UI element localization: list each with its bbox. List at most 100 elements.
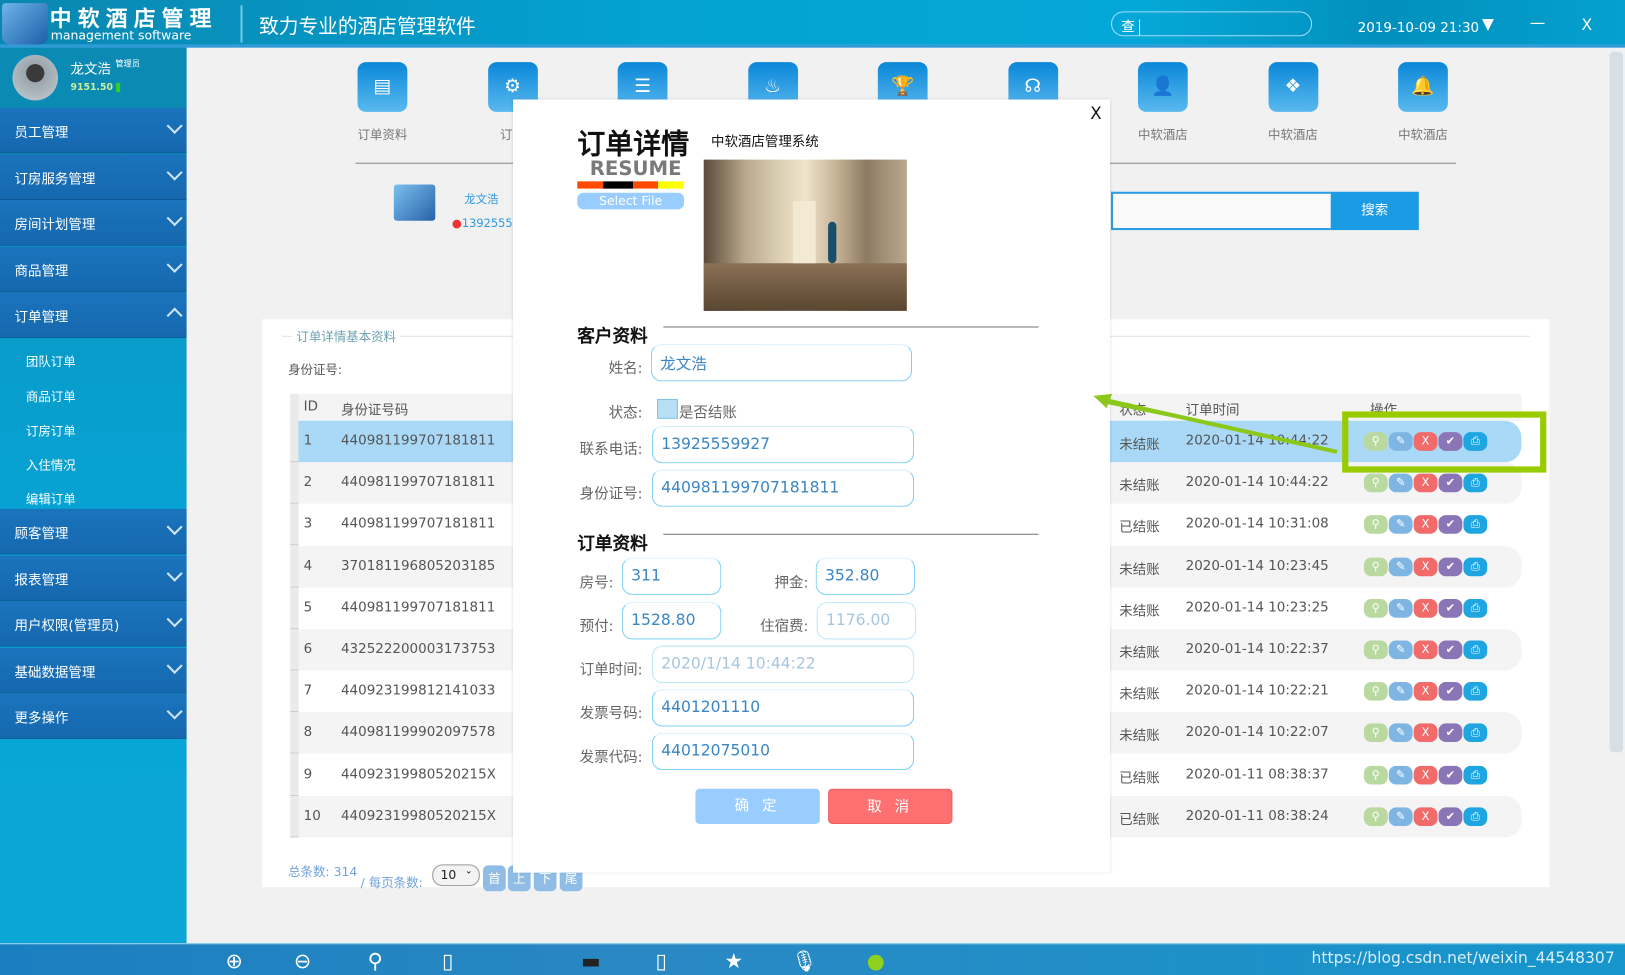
- idcard-field[interactable]: 440981199707181811: [651, 469, 915, 507]
- view-icon[interactable]: ⚲: [1363, 473, 1388, 493]
- cancel-button[interactable]: 取 消: [828, 788, 953, 824]
- checkout-icon[interactable]: ✔: [1438, 473, 1463, 493]
- delete-icon[interactable]: X: [1413, 473, 1438, 493]
- user-icon[interactable]: 👤: [1137, 62, 1188, 112]
- sidebar-item[interactable]: 基础数据管理: [0, 647, 187, 694]
- print-icon[interactable]: ⎙: [1463, 598, 1488, 618]
- sidebar-item[interactable]: 顾客管理: [0, 508, 187, 555]
- sidebar-subitem[interactable]: 编辑订单: [26, 490, 76, 508]
- mobile-icon[interactable]: ▯: [648, 947, 675, 974]
- checkout-checkbox-label[interactable]: 是否结账: [679, 402, 737, 423]
- checkout-icon[interactable]: ✔: [1438, 640, 1463, 660]
- edit-icon[interactable]: ✎: [1388, 598, 1413, 618]
- search-input[interactable]: [1111, 191, 1331, 231]
- search-icon[interactable]: ⚲: [362, 947, 389, 974]
- edit-icon[interactable]: ✎: [1388, 557, 1413, 576]
- invoice-code-field[interactable]: 44012075010: [651, 732, 915, 771]
- print-icon[interactable]: ⎙: [1463, 640, 1488, 660]
- delete-icon[interactable]: X: [1413, 515, 1438, 535]
- sidebar-item[interactable]: 更多操作: [0, 693, 187, 740]
- book-icon[interactable]: ▤: [357, 62, 408, 112]
- modal-close-button[interactable]: X: [1090, 104, 1101, 124]
- checkout-icon[interactable]: ✔: [1438, 557, 1463, 576]
- print-icon[interactable]: ⎙: [1463, 765, 1488, 785]
- print-icon[interactable]: ⎙: [1463, 723, 1488, 743]
- select-file-button[interactable]: Select File: [577, 192, 685, 210]
- close-window-button[interactable]: X: [1582, 16, 1593, 35]
- view-icon[interactable]: ⚲: [1363, 723, 1388, 743]
- invoice-no-field[interactable]: 4401201110: [651, 689, 915, 727]
- checkout-icon[interactable]: ✔: [1438, 807, 1463, 826]
- microphone-icon[interactable]: 🎙: [791, 947, 818, 974]
- view-icon[interactable]: ⚲: [1363, 765, 1388, 785]
- green-orb-icon[interactable]: ●: [862, 947, 889, 974]
- phone-field[interactable]: 13925559927: [651, 425, 915, 464]
- view-icon[interactable]: ⚲: [1363, 640, 1388, 660]
- diamond-icon[interactable]: ❖: [1268, 62, 1318, 112]
- phone-icon[interactable]: ▯: [434, 947, 461, 974]
- per-page-select[interactable]: 10 ⌄: [432, 864, 480, 887]
- zoom-in-icon[interactable]: ⊕: [221, 947, 248, 974]
- edit-icon[interactable]: ✎: [1388, 515, 1413, 535]
- edit-icon[interactable]: ✎: [1388, 807, 1413, 826]
- view-icon[interactable]: ⚲: [1363, 682, 1388, 701]
- minimize-button[interactable]: —: [1530, 13, 1546, 32]
- checkout-icon[interactable]: ✔: [1438, 682, 1463, 701]
- sidebar-subitem[interactable]: 入住情况: [26, 456, 76, 474]
- search-button[interactable]: 搜索: [1330, 191, 1419, 231]
- sidebar-item[interactable]: 商品管理: [0, 246, 187, 292]
- view-icon[interactable]: ⚲: [1363, 807, 1388, 826]
- edit-icon[interactable]: ✎: [1388, 723, 1413, 743]
- prepaid-field[interactable]: 1528.80: [621, 602, 722, 640]
- print-icon[interactable]: ⎙: [1463, 473, 1488, 493]
- delete-icon[interactable]: X: [1413, 723, 1438, 743]
- view-icon[interactable]: ⚲: [1363, 515, 1388, 535]
- edit-icon[interactable]: ✎: [1388, 640, 1413, 660]
- print-icon[interactable]: ⎙: [1463, 557, 1488, 576]
- star-icon[interactable]: ★: [720, 947, 747, 974]
- sidebar-subitem[interactable]: 订房订单: [26, 422, 76, 440]
- col-id[interactable]: ID: [304, 399, 318, 415]
- checkout-checkbox[interactable]: [657, 399, 678, 419]
- confirm-button[interactable]: 确 定: [695, 788, 820, 824]
- edit-icon[interactable]: ✎: [1388, 473, 1413, 493]
- delete-icon[interactable]: X: [1413, 765, 1438, 785]
- delete-icon[interactable]: X: [1413, 598, 1438, 618]
- dropdown-icon[interactable]: ▼: [1482, 15, 1494, 34]
- vertical-scrollbar[interactable]: [1609, 51, 1624, 753]
- delete-icon[interactable]: X: [1413, 807, 1438, 826]
- print-icon[interactable]: ⎙: [1463, 807, 1488, 826]
- deposit-field[interactable]: 352.80: [815, 557, 916, 595]
- delete-icon[interactable]: X: [1413, 640, 1438, 660]
- bell-icon[interactable]: 🔔: [1398, 62, 1448, 112]
- sidebar-item[interactable]: 报表管理: [0, 555, 187, 601]
- print-icon[interactable]: ⎙: [1463, 515, 1488, 535]
- header-search-input[interactable]: 查: [1111, 11, 1313, 37]
- name-field[interactable]: 龙文浩: [650, 344, 913, 382]
- sidebar-subitem[interactable]: 商品订单: [26, 388, 76, 406]
- zoom-out-icon[interactable]: ⊖: [289, 947, 316, 974]
- edit-icon[interactable]: ✎: [1388, 682, 1413, 701]
- edit-icon[interactable]: ✎: [1388, 765, 1413, 785]
- profile-name[interactable]: 龙文浩: [464, 191, 498, 208]
- sidebar-subitem[interactable]: 团队订单: [26, 352, 76, 370]
- delete-icon[interactable]: X: [1413, 682, 1438, 701]
- delete-icon[interactable]: X: [1413, 557, 1438, 576]
- sidebar-item[interactable]: 房间计划管理: [0, 200, 187, 246]
- col-idcard[interactable]: 身份证号码: [341, 399, 408, 419]
- print-icon[interactable]: ⎙: [1463, 682, 1488, 701]
- sidebar-item[interactable]: 订单管理: [0, 292, 187, 338]
- room-field[interactable]: 311: [621, 557, 722, 595]
- view-icon[interactable]: ⚲: [1363, 598, 1388, 618]
- checkout-icon[interactable]: ✔: [1438, 515, 1463, 535]
- avatar[interactable]: [12, 54, 59, 101]
- game-console-icon[interactable]: ▬: [577, 947, 604, 974]
- sidebar-item[interactable]: 用户权限(管理员): [0, 601, 187, 647]
- checkout-icon[interactable]: ✔: [1438, 723, 1463, 743]
- checkout-icon[interactable]: ✔: [1438, 598, 1463, 618]
- view-icon[interactable]: ⚲: [1363, 557, 1388, 576]
- sidebar-item[interactable]: 订房服务管理: [0, 153, 187, 200]
- first-page-button[interactable]: 首: [482, 865, 506, 892]
- checkout-icon[interactable]: ✔: [1438, 765, 1463, 785]
- sidebar-item[interactable]: 员工管理: [0, 107, 187, 154]
